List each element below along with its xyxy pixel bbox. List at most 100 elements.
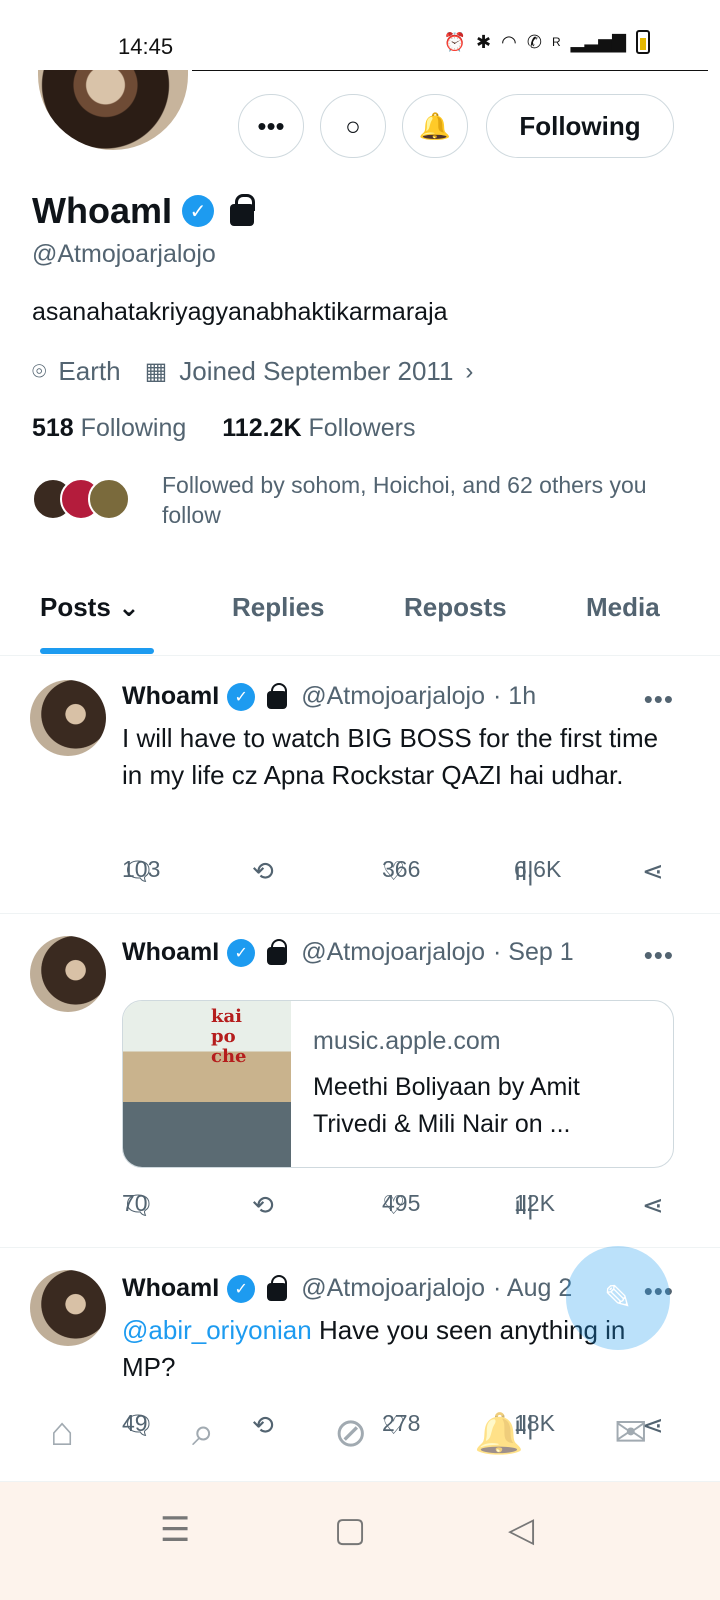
alarm-icon: ⏰ [443,31,467,52]
notifications-button[interactable]: 🔔 [402,94,468,158]
profile-bio: asanahatakriyagyanabhaktikarmaraja [32,298,448,326]
bluetooth-icon: ✱ [476,31,492,52]
share-icon: ⋖ [642,1190,664,1220]
like-count: 366 [382,856,421,882]
link-card-image-title: kai po che [211,1006,247,1067]
post-time: · Sep 1 [493,938,574,966]
followed-by[interactable]: Followed by sohom, Hoichoi, and 62 other… [32,470,682,530]
post-avatar[interactable] [30,936,106,1012]
post-author-name[interactable]: WhoamI [122,938,219,967]
profile-joined[interactable]: Joined September 2011 [179,356,453,387]
following-count-label: Following [80,414,187,442]
status-time: 14:45 [118,34,174,59]
following-count: 518 [32,414,74,442]
battery-icon [636,30,650,54]
profile-handle: @Atmojoarjalojo [32,240,216,268]
bell-plus-icon: 🔔 [418,110,452,141]
post-handle: @Atmojoarjalojo [301,1274,486,1302]
status-icons: ⏰ ✱ ◠ ✆ R ▂▃▅▇ [444,30,650,54]
system-home-icon[interactable]: ▢ [334,1510,366,1550]
post-time: · Aug 2 [493,1274,573,1302]
tab-posts[interactable]: Posts ⌄ [40,592,140,623]
call-icon: ✆ [526,31,542,52]
followers-count-link[interactable]: 112.2K Followers [222,414,415,443]
post-header: WhoamI ✓ @Atmojoarjalojo · 1h [122,682,536,711]
more-icon: ••• [257,110,285,141]
post-avatar[interactable] [30,680,106,756]
post-text: I will have to watch BIG BOSS for the fi… [122,723,659,790]
post-actions: 🗨 70 ⟲ ♡ 495 ıl| 12K ⋖ [122,1190,682,1230]
profile-name: WhoamI ✓ [32,190,255,232]
followed-by-avatars [32,478,130,520]
back-icon[interactable]: ◁ [508,1510,534,1550]
post-more-icon[interactable]: ••• [644,684,674,715]
link-card-title: Meethi Boliyaan by Amit Trivedi & Mili N… [313,1073,580,1138]
following-button[interactable]: Following [486,94,674,158]
lock-icon [267,682,288,709]
followers-count: 112.2K [222,414,302,442]
post-actions: 🗨 103 ⟲ ♡ 366 ıl| 6.6K ⋖ [122,856,682,896]
post-handle: @Atmojoarjalojo [301,938,486,966]
compose-icon: ✎ [603,1279,633,1317]
search-icon[interactable]: ⌕ [192,1410,214,1455]
notifications-icon[interactable]: 🔔 [474,1410,524,1457]
post-avatar[interactable] [30,1270,106,1346]
compose-button[interactable]: ✎ [566,1246,670,1350]
link-card-image: kai po che [123,1001,291,1167]
post-mention[interactable]: @abir_oriyonian [122,1315,312,1345]
system-nav-bar: ☰ ▢ ◁ [0,1482,720,1600]
profile-tabs: Posts ⌄ Replies Reposts Media [0,580,720,656]
chevron-right-icon[interactable]: › [465,358,473,386]
verified-badge-icon[interactable]: ✓ [182,195,214,227]
view-count: 6.6K [514,856,562,882]
post-time: · 1h [493,682,537,710]
share-icon: ⋖ [642,856,664,886]
tab-replies[interactable]: Replies [232,592,325,623]
following-count-link[interactable]: 518 Following [32,414,186,443]
tab-posts-label: Posts [40,592,111,622]
followers-count-label: Followers [308,414,416,442]
avatar [88,478,130,520]
verified-badge-icon: ✓ [227,682,256,711]
lock-icon [267,938,288,965]
profile-meta: ⌾ Earth ▦ Joined September 2011 › [32,356,473,387]
like-count: 495 [382,1190,421,1216]
link-card[interactable]: kai po che music.apple.com Meethi Boliya… [122,1000,674,1168]
reply-count: 103 [122,856,161,882]
post-header: WhoamI ✓ @Atmojoarjalojo · Aug 2 [122,1274,572,1303]
followed-by-text: Followed by sohom, Hoichoi, and 62 other… [162,472,647,528]
verified-badge-icon: ✓ [227,938,256,967]
profile-name-text: WhoamI [32,190,172,231]
location-pin-icon: ⌾ [32,357,47,385]
post-author-name[interactable]: WhoamI [122,682,219,711]
lock-icon [267,1274,288,1301]
calendar-icon: ▦ [144,358,168,385]
chevron-down-icon: ⌄ [118,592,140,622]
view-count: 12K [514,1190,555,1216]
message-bubble-icon: ○ [345,110,361,141]
repost-icon: ⟲ [252,856,274,886]
signal-icon: ▂▃▅▇ [570,31,626,52]
messages-icon[interactable]: ✉ [614,1410,648,1456]
reply-count: 70 [122,1190,148,1216]
wifi-icon: ◠ [501,31,517,52]
repost-icon: ⟲ [252,1190,274,1220]
tab-media[interactable]: Media [586,592,660,623]
grok-icon[interactable]: ⊘ [334,1410,368,1456]
link-card-domain: music.apple.com [313,1027,501,1055]
message-button[interactable]: ○ [320,94,386,158]
signal-label: R [551,35,561,49]
tab-indicator [40,648,154,654]
home-icon[interactable]: ⌂ [50,1410,74,1455]
profile-counts: 518 Following 112.2K Followers [32,414,415,443]
profile-location: Earth [58,356,121,386]
more-options-button[interactable]: ••• [238,94,304,158]
post-header: WhoamI ✓ @Atmojoarjalojo · Sep 1 [122,938,574,967]
tab-reposts[interactable]: Reposts [404,592,507,623]
bottom-nav: ⌂ ⌕ ⊘ 🔔 ✉ [0,1400,720,1480]
verified-badge-icon: ✓ [227,1274,256,1303]
recent-apps-icon[interactable]: ☰ [160,1510,190,1550]
status-bar: 14:45 ⏰ ✱ ◠ ✆ R ▂▃▅▇ [0,0,720,70]
post-author-name[interactable]: WhoamI [122,1274,219,1303]
post-more-icon[interactable]: ••• [644,940,674,971]
